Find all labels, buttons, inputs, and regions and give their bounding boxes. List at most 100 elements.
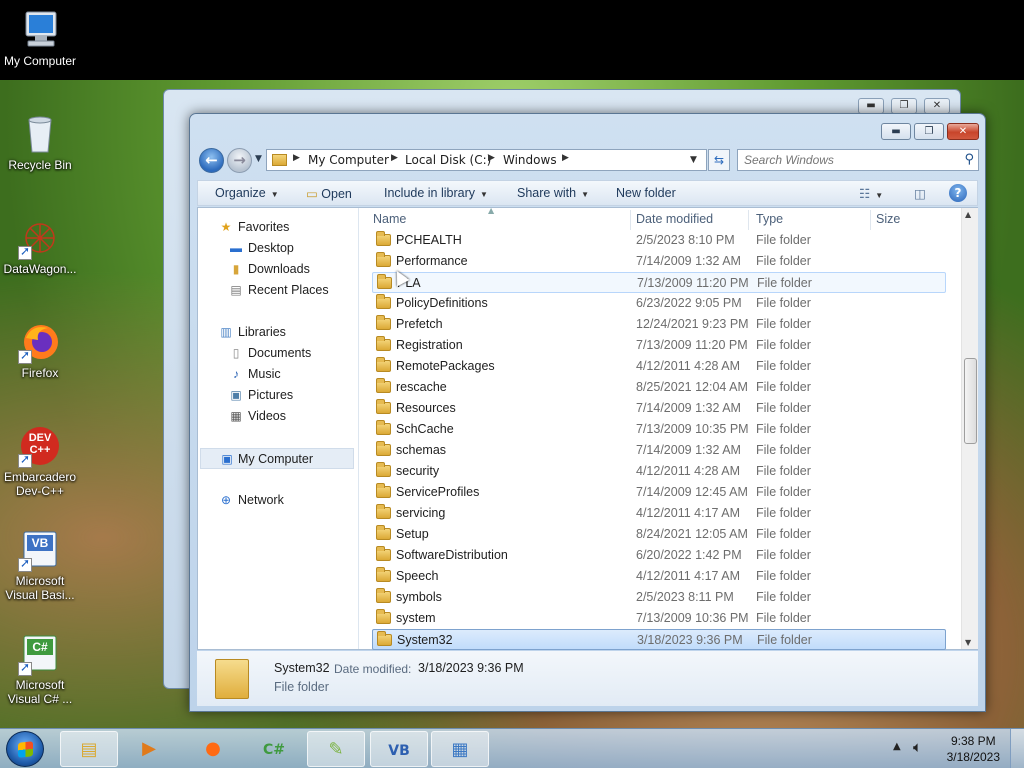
file-type: File folder: [756, 317, 811, 331]
nav-label: Recent Places: [248, 283, 329, 297]
recent-pages-dropdown[interactable]: ▼: [255, 154, 262, 164]
share-with-menu[interactable]: Share with ▼: [517, 186, 589, 200]
volume-icon[interactable]: 🔈︎: [913, 738, 922, 756]
shortcut-arrow-icon: [18, 348, 32, 364]
taskbar-visual-basic[interactable]: VB: [370, 731, 428, 767]
desktop-icon-my-computer[interactable]: My Computer: [0, 8, 80, 68]
nav-libraries[interactable]: ▥ Libraries: [198, 322, 358, 343]
desktop-icon-recycle-bin[interactable]: Recycle Bin: [0, 112, 80, 172]
minimize-button[interactable]: ▬: [881, 123, 911, 140]
refresh-button[interactable]: ⇆: [708, 149, 730, 171]
desktop-icon-visual-csharp[interactable]: C# Microsoft Visual C# ...: [0, 632, 80, 706]
organize-menu[interactable]: Organize ▼: [215, 186, 279, 200]
address-history-dropdown[interactable]: ▼: [690, 155, 697, 165]
search-input[interactable]: [744, 153, 954, 167]
scrollbar-thumb[interactable]: [964, 358, 977, 444]
nav-documents[interactable]: ▯ Documents: [198, 343, 358, 364]
table-row[interactable]: PolicyDefinitions 6/23/2022 9:05 PM File f…: [372, 293, 946, 314]
breadcrumb-separator-icon[interactable]: ▶: [562, 153, 569, 163]
explorer-window[interactable]: ▬ ❐ ✕ ← → ▼ ▶ My Computer ▶ Local Disk (…: [189, 113, 986, 712]
nav-videos[interactable]: ▦ Videos: [198, 406, 358, 427]
breadcrumb-separator-icon[interactable]: ▶: [293, 153, 300, 163]
nav-music[interactable]: ♪ Music: [198, 364, 358, 385]
breadcrumb-windows[interactable]: Windows: [503, 153, 557, 167]
column-divider[interactable]: [630, 210, 631, 230]
taskbar-media-player[interactable]: ▶: [120, 731, 178, 767]
show-hidden-icons-icon[interactable]: ▲: [893, 741, 901, 752]
back-button[interactable]: ←: [199, 148, 224, 173]
nav-network[interactable]: ⊕ Network: [198, 490, 358, 511]
table-row[interactable]: Performance 7/14/2009 1:32 AM File folder: [372, 251, 946, 272]
taskbar-visual-csharp[interactable]: C#: [245, 731, 303, 767]
taskbar-firefox[interactable]: ●: [184, 731, 242, 767]
preview-pane-button[interactable]: ◫: [914, 186, 926, 201]
scroll-up-icon[interactable]: ▲: [965, 210, 971, 219]
breadcrumb-separator-icon[interactable]: ▶: [391, 153, 398, 163]
desktop-icon-visual-basic[interactable]: VB Microsoft Visual Basi...: [0, 528, 80, 602]
table-row[interactable]: ServiceProfiles 7/14/2009 12:45 AM File fo…: [372, 482, 946, 503]
table-row[interactable]: System32 3/18/2023 9:36 PM File folder: [372, 629, 946, 650]
nav-label: My Computer: [238, 452, 314, 466]
search-box[interactable]: ⚲: [737, 149, 979, 171]
maximize-button[interactable]: ❐: [914, 123, 944, 140]
table-row[interactable]: Setup 8/24/2021 12:05 AM File folder: [372, 524, 946, 545]
nav-recent-places[interactable]: ▤ Recent Places: [198, 280, 358, 301]
folder-icon: [376, 378, 391, 393]
taskbar-control-panel[interactable]: ▦: [431, 731, 489, 767]
show-desktop-button[interactable]: [1010, 729, 1024, 768]
search-icon[interactable]: ⚲: [964, 152, 974, 167]
table-row[interactable]: Resources 7/14/2009 1:32 AM File folder: [372, 398, 946, 419]
table-row[interactable]: RemotePackages 4/12/2011 4:28 AM File fold…: [372, 356, 946, 377]
breadcrumb-my-computer[interactable]: My Computer: [308, 153, 389, 167]
include-in-library-menu[interactable]: Include in library ▼: [384, 186, 488, 200]
back-minimize-button[interactable]: ▬: [858, 98, 884, 114]
table-row[interactable]: system 7/13/2009 10:36 PM File folder: [372, 608, 946, 629]
breadcrumb-separator-icon[interactable]: ▶: [488, 153, 495, 163]
table-row[interactable]: security 4/12/2011 4:28 AM File folder: [372, 461, 946, 482]
table-row[interactable]: Registration 7/13/2009 11:20 PM File folde…: [372, 335, 946, 356]
help-button[interactable]: ?: [949, 184, 967, 202]
clock[interactable]: 9:38 PM 3/18/2023: [947, 733, 1000, 765]
table-row[interactable]: Speech 4/12/2011 4:17 AM File folder: [372, 566, 946, 587]
desktop-icon-devcpp[interactable]: DEV C++ Embarcadero Dev-C++: [0, 424, 80, 498]
column-divider[interactable]: [870, 210, 871, 230]
scroll-down-icon[interactable]: ▼: [965, 638, 971, 647]
file-date-modified: 4/12/2011 4:17 AM: [636, 506, 741, 520]
back-maximize-button[interactable]: ❐: [891, 98, 917, 114]
start-button[interactable]: [6, 731, 44, 767]
star-icon: ★: [220, 220, 232, 234]
nav-downloads[interactable]: ▮ Downloads: [198, 259, 358, 280]
column-type[interactable]: Type: [756, 212, 783, 226]
column-date-modified[interactable]: Date modified: [636, 212, 713, 226]
folder-icon: [376, 357, 391, 372]
table-row[interactable]: SoftwareDistribution 6/20/2022 1:42 PM Fil…: [372, 545, 946, 566]
table-row[interactable]: PLA 7/13/2009 11:20 PM File folder: [372, 272, 946, 293]
table-row[interactable]: Prefetch 12/24/2021 9:23 PM File folder: [372, 314, 946, 335]
desktop-icon-firefox[interactable]: Firefox: [0, 320, 80, 380]
nav-favorites[interactable]: ★ Favorites: [198, 217, 358, 238]
forward-button[interactable]: →: [227, 148, 252, 173]
table-row[interactable]: schemas 7/14/2009 1:32 AM File folder: [372, 440, 946, 461]
column-name[interactable]: Name: [373, 212, 406, 226]
taskbar-explorer[interactable]: ▤: [60, 731, 118, 767]
nav-desktop[interactable]: ▬ Desktop: [198, 238, 358, 259]
table-row[interactable]: PCHEALTH 2/5/2023 8:10 PM File folder: [372, 230, 946, 251]
table-row[interactable]: SchCache 7/13/2009 10:35 PM File folder: [372, 419, 946, 440]
table-row[interactable]: rescache 8/25/2021 12:04 AM File folder: [372, 377, 946, 398]
breadcrumb-local-disk[interactable]: Local Disk (C:): [405, 153, 491, 167]
back-close-button[interactable]: ✕: [924, 98, 950, 114]
table-row[interactable]: servicing 4/12/2011 4:17 AM File folder: [372, 503, 946, 524]
column-size[interactable]: Size: [876, 212, 900, 226]
open-button[interactable]: ▭ Open: [306, 186, 352, 201]
vertical-scrollbar[interactable]: ▲ ▼: [961, 208, 978, 649]
new-folder-button[interactable]: New folder: [616, 186, 676, 200]
nav-my-computer[interactable]: ▣ My Computer: [200, 448, 354, 469]
address-bar[interactable]: ▶ My Computer ▶ Local Disk (C:) ▶ Window…: [266, 149, 707, 171]
desktop-icon-datawagon[interactable]: DataWagon...: [0, 216, 80, 276]
table-row[interactable]: symbols 2/5/2023 8:11 PM File folder: [372, 587, 946, 608]
taskbar-notepadpp[interactable]: ✎: [307, 731, 365, 767]
view-options-button[interactable]: ☷ ▼: [859, 186, 883, 201]
nav-pictures[interactable]: ▣ Pictures: [198, 385, 358, 406]
column-divider[interactable]: [748, 210, 749, 230]
close-button[interactable]: ✕: [947, 123, 979, 140]
